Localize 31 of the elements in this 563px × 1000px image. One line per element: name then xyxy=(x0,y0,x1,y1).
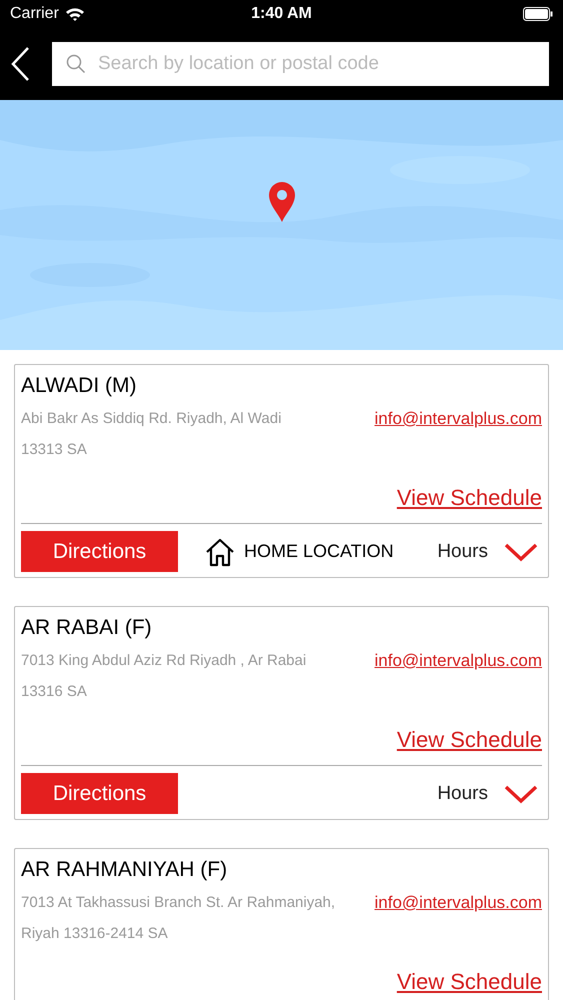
location-name: AR RABAI (F) xyxy=(21,615,153,641)
address-line: 13316 SA xyxy=(21,682,88,702)
chevron-down-icon[interactable] xyxy=(504,784,538,804)
search-icon xyxy=(66,54,86,74)
battery-icon xyxy=(522,7,553,21)
directions-button[interactable]: Directions xyxy=(21,531,178,572)
map-pin-icon[interactable] xyxy=(268,181,296,223)
hours-label: Hours xyxy=(437,782,488,804)
address-line: 13313 SA xyxy=(21,440,88,460)
view-schedule-link[interactable]: View Schedule xyxy=(396,483,542,513)
view-schedule-link[interactable]: View Schedule xyxy=(396,967,542,997)
address-line: 7013 King Abdul Aziz Rd Riyadh , Ar Rabai xyxy=(21,651,306,671)
email-link[interactable]: info@intervalplus.com xyxy=(374,893,542,913)
wifi-icon xyxy=(64,7,85,21)
hours-label: Hours xyxy=(437,540,488,562)
clock-time: 1:40 AM xyxy=(251,5,312,23)
back-icon[interactable] xyxy=(10,46,30,82)
address-line: Abi Bakr As Siddiq Rd. Riyadh, Al Wadi xyxy=(21,409,282,429)
view-schedule-link[interactable]: View Schedule xyxy=(396,725,542,755)
directions-button[interactable]: Directions xyxy=(21,773,178,814)
home-location-label: HOME LOCATION xyxy=(244,541,394,562)
location-name: ALWADI (M) xyxy=(21,373,138,399)
address-line: Riyah 13316-2414 SA xyxy=(21,924,169,944)
home-icon xyxy=(204,536,236,566)
email-link[interactable]: info@intervalplus.com xyxy=(374,651,542,671)
address-line: 7013 At Takhassusi Branch St. Ar Rahmaniyah, xyxy=(21,893,336,913)
location-name: AR RAHMANIYAH (F) xyxy=(21,857,228,883)
chevron-down-icon[interactable] xyxy=(504,542,538,562)
email-link[interactable]: info@intervalplus.com xyxy=(374,409,542,429)
search-bar[interactable]: Search by location or postal code xyxy=(52,42,549,86)
carrier-name: Carrier xyxy=(10,5,59,23)
